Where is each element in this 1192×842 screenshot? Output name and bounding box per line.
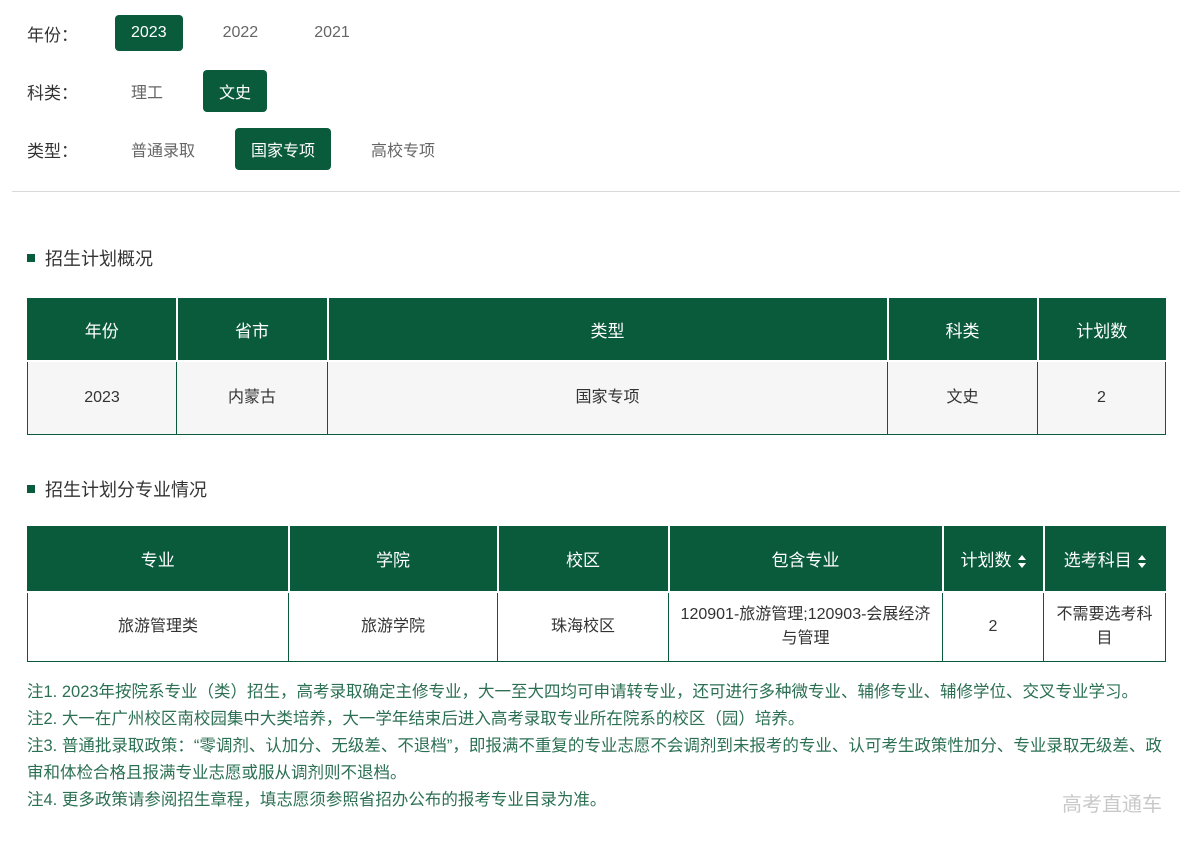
section-divider: [12, 191, 1180, 192]
column-header-school: 学院: [288, 526, 499, 593]
cell-plan-count: 2: [942, 591, 1044, 662]
column-header-province: 省市: [176, 298, 329, 362]
sort-header-exam-subjects-label: 选考科目: [1063, 551, 1132, 571]
note-1: 注1. 2023年按院系专业（类）招生，高考录取确定主修专业，大一至大四均可申请…: [27, 683, 1139, 701]
filter-options-subject-category: 理工 文史: [115, 70, 291, 112]
cell-province: 内蒙古: [176, 360, 328, 435]
square-bullet-icon: [27, 485, 35, 493]
cell-plan-count: 2: [1037, 360, 1166, 435]
sort-header-plan-count-label: 计划数: [960, 551, 1012, 571]
section-title-majors-text: 招生计划分专业情况: [45, 480, 207, 500]
note-4: 注4. 更多政策请参阅招生章程，填志愿须参照省招办公布的报考专业目录为准。: [27, 791, 607, 809]
filter-label-type: 类型：: [27, 141, 78, 161]
filter-option-2023[interactable]: 2023: [115, 15, 183, 51]
cell-subject-category: 文史: [887, 360, 1038, 435]
sort-icon[interactable]: [1017, 555, 1026, 569]
cell-major: 旅游管理类: [27, 591, 289, 662]
section-title-majors: 招生计划分专业情况: [27, 476, 1165, 502]
cell-campus: 珠海校区: [497, 591, 669, 662]
filter-option-university-special[interactable]: 高校专项: [355, 128, 451, 170]
cell-included-majors: 120901-旅游管理;120903-会展经济与管理: [668, 591, 943, 662]
column-header-major: 专业: [27, 526, 290, 593]
section-title-overview: 招生计划概况: [27, 245, 1165, 271]
column-header-included-majors: 包含专业: [668, 526, 944, 593]
column-header-type: 类型: [327, 298, 889, 362]
overview-table-row: 2023 内蒙古 国家专项 文史 2: [27, 360, 1166, 435]
majors-table-row: 旅游管理类 旅游学院 珠海校区 120901-旅游管理;120903-会展经济与…: [27, 591, 1166, 662]
cell-exam-subjects: 不需要选考科目: [1043, 591, 1166, 662]
sort-icon[interactable]: [1137, 555, 1146, 569]
filter-option-national-special[interactable]: 国家专项: [235, 128, 332, 170]
section-title-overview-text: 招生计划概况: [45, 249, 153, 269]
column-header-year: 年份: [27, 298, 178, 362]
admission-plan-page: 年份： 2023 2022 2021 科类： 理工 文史 类型： 普通录取 国家…: [0, 0, 1192, 842]
notes-block: 注1. 2023年按院系专业（类）招生，高考录取确定主修专业，大一至大四均可申请…: [27, 679, 1167, 814]
filter-option-2022[interactable]: 2022: [207, 15, 275, 51]
majors-table: 专业 学院 校区 包含专业 计划数 选考科目 旅游管理类 旅游学院 珠海校区 1…: [27, 526, 1166, 662]
sort-header-plan-count[interactable]: 计划数: [942, 526, 1045, 593]
filter-row-subject-category: 科类： 理工 文史: [27, 70, 1165, 112]
majors-header-row: 专业 学院 校区 包含专业 计划数 选考科目: [27, 526, 1166, 593]
watermark: 高考直通车: [1062, 794, 1162, 816]
filter-options-type: 普通录取 国家专项 高校专项: [115, 128, 475, 170]
note-2: 注2. 大一在广州校区南校园集中大类培养，大一学年结束后进入高考录取专业所在院系…: [27, 710, 805, 728]
overview-table: 年份 省市 类型 科类 计划数 2023 内蒙古 国家专项 文史 2: [27, 298, 1166, 435]
filter-row-year: 年份： 2023 2022 2021: [27, 13, 1165, 53]
cell-year: 2023: [27, 360, 177, 435]
filter-option-regular-admission[interactable]: 普通录取: [115, 128, 211, 170]
cell-school: 旅游学院: [288, 591, 498, 662]
filter-label-year: 年份：: [27, 25, 78, 45]
cell-type: 国家专项: [327, 360, 888, 435]
filter-label-subject-category: 科类：: [27, 83, 78, 103]
filter-row-type: 类型： 普通录取 国家专项 高校专项: [27, 128, 1165, 170]
filter-option-2021[interactable]: 2021: [298, 15, 366, 51]
filter-option-liberal-arts[interactable]: 文史: [203, 70, 268, 112]
sort-header-exam-subjects[interactable]: 选考科目: [1043, 526, 1166, 593]
note-3: 注3. 普通批录取政策：“零调剂、认加分、无级差、不退档”，即报满不重复的专业志…: [27, 737, 1162, 782]
filter-options-year: 2023 2022 2021: [115, 15, 390, 51]
square-bullet-icon: [27, 254, 35, 262]
column-header-plan-count: 计划数: [1037, 298, 1166, 362]
column-header-subject-category: 科类: [887, 298, 1039, 362]
overview-header-row: 年份 省市 类型 科类 计划数: [27, 298, 1166, 362]
column-header-campus: 校区: [497, 526, 670, 593]
filter-option-science[interactable]: 理工: [115, 70, 179, 112]
